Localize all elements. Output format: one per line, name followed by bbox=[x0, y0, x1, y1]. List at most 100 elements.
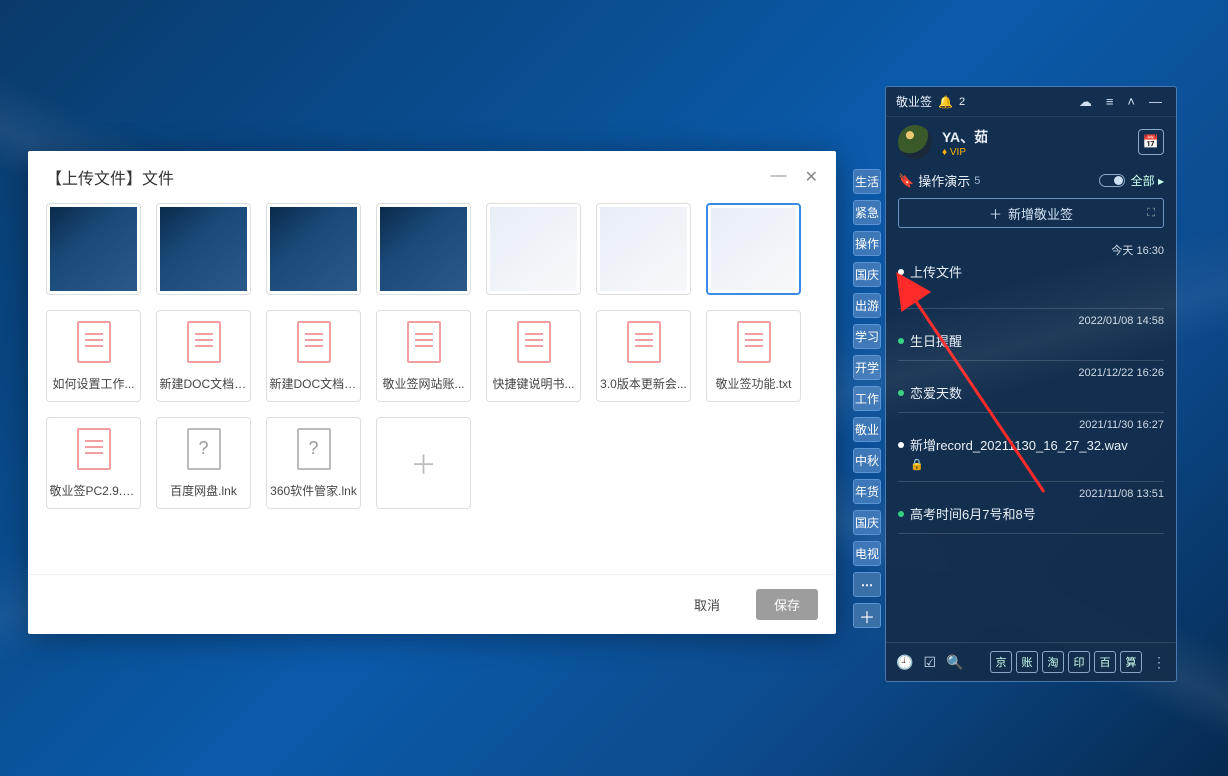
file-thumb[interactable]: 360软件管家.lnk bbox=[266, 417, 361, 509]
document-icon bbox=[187, 321, 221, 363]
file-label: 快捷键说明书... bbox=[490, 375, 578, 392]
shortcut-算[interactable]: 算 bbox=[1120, 651, 1142, 673]
search-icon[interactable]: 🔍 bbox=[946, 654, 963, 671]
note-item[interactable]: 2022/01/08 14:58 生日提醒 bbox=[898, 309, 1164, 361]
status-dot bbox=[898, 442, 904, 448]
all-link[interactable]: 全部 ▸ bbox=[1131, 172, 1164, 189]
file-label: 如何设置工作... bbox=[50, 375, 138, 392]
more-categories-button[interactable]: ⋯ bbox=[853, 572, 881, 597]
annotation-arrow bbox=[901, 289, 1051, 499]
note-text: 新增record_20211130_16_27_32.wav bbox=[910, 435, 1128, 454]
category-tag[interactable]: 学习 bbox=[853, 324, 881, 349]
image-thumb[interactable] bbox=[46, 203, 141, 295]
category-tag[interactable]: 开学 bbox=[853, 355, 881, 380]
document-icon bbox=[627, 321, 661, 363]
collapse-up-icon[interactable]: ˄ bbox=[1123, 94, 1139, 109]
category-tag[interactable]: 敬业 bbox=[853, 417, 881, 442]
file-label: 3.0版本更新会... bbox=[600, 375, 688, 392]
document-icon bbox=[297, 321, 331, 363]
file-thumb[interactable]: 新建DOC文档(... bbox=[156, 310, 251, 402]
dialog-header: 【上传文件】文件 — ✕ bbox=[28, 151, 836, 199]
shortcut-淘[interactable]: 淘 bbox=[1042, 651, 1064, 673]
view-toggle[interactable] bbox=[1099, 174, 1125, 187]
status-dot bbox=[898, 269, 904, 275]
menu-icon[interactable]: ≡ bbox=[1102, 94, 1118, 109]
widget-footer: 🕘 ☑ 🔍 京账淘印百算 ⋮ bbox=[886, 642, 1176, 681]
more-icon[interactable]: ⋮ bbox=[1152, 654, 1166, 671]
note-text: 高考时间6月7号和8号 bbox=[910, 504, 1036, 523]
notes-list: 今天 16:30上传文件🔒 2022/01/08 14:58 生日提醒 2021/12… bbox=[886, 234, 1176, 642]
file-label: 360软件管家.lnk bbox=[270, 482, 358, 499]
cloud-sync-icon[interactable]: ☁ bbox=[1075, 94, 1096, 110]
image-thumb[interactable] bbox=[596, 203, 691, 295]
note-text: 恋爱天数 bbox=[910, 383, 962, 402]
note-item[interactable]: 2021/12/22 16:26 恋爱天数 bbox=[898, 361, 1164, 413]
bookmark-icon: 🔖 bbox=[898, 173, 914, 189]
file-thumb[interactable]: 敬业签网站账... bbox=[376, 310, 471, 402]
category-tag[interactable]: 国庆 bbox=[853, 510, 881, 535]
note-item[interactable]: 2021/11/08 13:51高考时间6月7号和8号 bbox=[898, 482, 1164, 534]
document-icon bbox=[407, 321, 441, 363]
shortcut-账[interactable]: 账 bbox=[1016, 651, 1038, 673]
expand-icon[interactable]: ⛶ bbox=[1147, 207, 1155, 220]
checkbox-icon[interactable]: ☑ bbox=[923, 654, 936, 671]
current-category[interactable]: 🔖 操作演示 5 bbox=[898, 171, 980, 190]
close-icon[interactable]: ✕ bbox=[805, 167, 818, 187]
file-thumb[interactable]: 敬业签PC2.9.0... bbox=[46, 417, 141, 509]
shortcut-印[interactable]: 印 bbox=[1068, 651, 1090, 673]
add-file-button[interactable]: ＋ bbox=[376, 417, 471, 509]
image-thumb[interactable] bbox=[266, 203, 361, 295]
file-label: 敬业签网站账... bbox=[380, 375, 468, 392]
calendar-icon[interactable]: 📅 bbox=[1138, 129, 1164, 155]
clock-icon[interactable]: 🕘 bbox=[896, 654, 913, 671]
username-label: YA、茹 bbox=[942, 127, 988, 147]
widget-app-title: 敬业签 bbox=[896, 93, 932, 110]
bell-icon[interactable]: 🔔 bbox=[938, 95, 953, 109]
shortcut-京[interactable]: 京 bbox=[990, 651, 1012, 673]
image-thumb[interactable] bbox=[706, 203, 801, 295]
file-thumb[interactable]: 如何设置工作... bbox=[46, 310, 141, 402]
minimize-widget-icon[interactable]: — bbox=[1145, 94, 1166, 109]
note-timestamp: 2022/01/08 14:58 bbox=[898, 315, 1164, 327]
dialog-body: 如何设置工作... 新建DOC文档(... 新建DOC文档(... 敬业签网站账...… bbox=[28, 199, 836, 575]
category-tag[interactable]: 年货 bbox=[853, 479, 881, 504]
note-item[interactable]: 2021/11/30 16:27新增record_20211130_16_27_… bbox=[898, 413, 1164, 482]
upload-dialog: 【上传文件】文件 — ✕ 如何设置工作... 新建DOC文档(... 新建DOC文档… bbox=[28, 151, 836, 634]
document-icon bbox=[187, 428, 221, 470]
category-tag[interactable]: 出游 bbox=[853, 293, 881, 318]
category-tag[interactable]: 中秋 bbox=[853, 448, 881, 473]
note-item[interactable]: 今天 16:30上传文件🔒 bbox=[898, 236, 1164, 309]
category-tag[interactable]: 生活 bbox=[853, 169, 881, 194]
category-tag[interactable]: 工作 bbox=[853, 386, 881, 411]
category-strip: 生活紧急操作国庆出游学习开学工作敬业中秋年货国庆电视⋯＋ bbox=[853, 169, 881, 628]
widget-titlebar: 敬业签 🔔 2 ☁ ≡ ˄ — bbox=[886, 87, 1176, 117]
category-tag[interactable]: 国庆 bbox=[853, 262, 881, 287]
shortcut-百[interactable]: 百 bbox=[1094, 651, 1116, 673]
avatar[interactable] bbox=[898, 125, 932, 159]
file-thumb[interactable]: 3.0版本更新会... bbox=[596, 310, 691, 402]
status-dot bbox=[898, 511, 904, 517]
category-tag[interactable]: 操作 bbox=[853, 231, 881, 256]
save-button[interactable]: 保存 bbox=[756, 589, 818, 620]
note-timestamp: 2021/12/22 16:26 bbox=[898, 367, 1164, 379]
file-thumb[interactable]: 敬业签功能.txt bbox=[706, 310, 801, 402]
status-dot bbox=[898, 338, 904, 344]
image-thumb[interactable] bbox=[376, 203, 471, 295]
add-category-button[interactable]: ＋ bbox=[853, 603, 881, 628]
cancel-button[interactable]: 取消 bbox=[676, 589, 738, 620]
file-label: 新建DOC文档(... bbox=[270, 375, 358, 392]
image-thumb[interactable] bbox=[486, 203, 581, 295]
minimize-icon[interactable]: — bbox=[771, 167, 787, 187]
image-thumb[interactable] bbox=[156, 203, 251, 295]
category-tag[interactable]: 紧急 bbox=[853, 200, 881, 225]
file-thumb[interactable]: 百度网盘.lnk bbox=[156, 417, 251, 509]
plus-icon: ＋ bbox=[989, 204, 1002, 223]
note-text: 生日提醒 bbox=[910, 331, 962, 350]
file-thumb[interactable]: 快捷键说明书... bbox=[486, 310, 581, 402]
document-icon bbox=[77, 428, 111, 470]
category-tag[interactable]: 电视 bbox=[853, 541, 881, 566]
add-note-button[interactable]: ＋ 新增敬业签 ⛶ bbox=[898, 198, 1164, 228]
lock-icon: 🔒 bbox=[898, 285, 1164, 298]
bell-count: 2 bbox=[959, 96, 965, 108]
file-thumb[interactable]: 新建DOC文档(... bbox=[266, 310, 361, 402]
